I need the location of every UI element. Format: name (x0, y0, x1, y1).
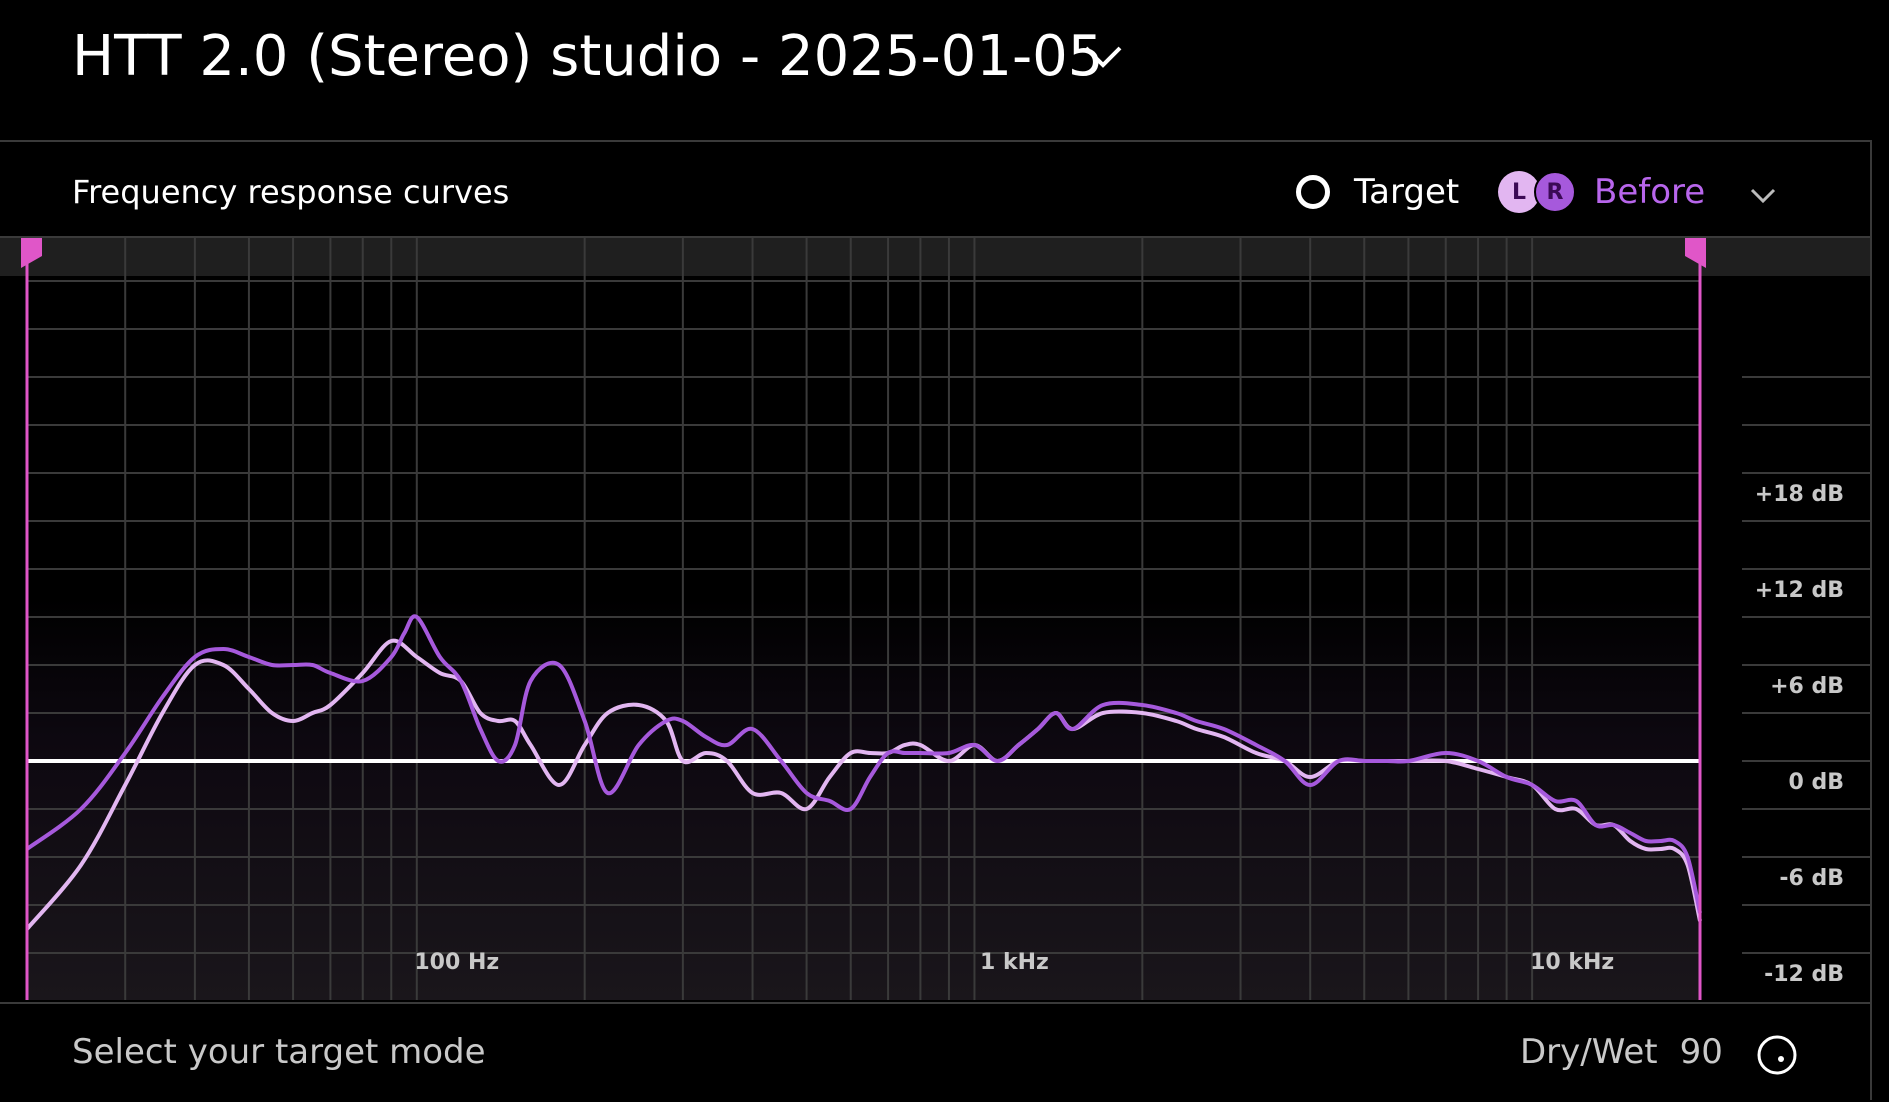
curve-fill-area (27, 598, 1700, 1000)
y-tick-label: +12 dB (1755, 578, 1844, 603)
y-tick-label: +18 dB (1755, 482, 1844, 507)
x-tick-label: 1 kHz (980, 950, 1049, 975)
y-tick-label: 0 dB (1789, 770, 1844, 795)
chevron-down-icon[interactable] (1748, 184, 1778, 208)
drywet-control: Dry/Wet 90 (1520, 1032, 1723, 1072)
frequency-chart-svg: 100 Hz 1 kHz 10 kHz +18 dB +12 dB +6 dB 0 dB -6… (0, 238, 1870, 1000)
drywet-label: Dry/Wet (1520, 1032, 1658, 1072)
panel-header: Frequency response curves Target L R Bef… (0, 144, 1870, 238)
header: HTT 2.0 (Stereo) studio - 2025-01-05 (0, 0, 1889, 140)
range-strip (0, 238, 1870, 276)
knob-icon[interactable] (1756, 1034, 1798, 1076)
y-tick-label: -6 dB (1779, 866, 1844, 891)
frequency-response-panel: Frequency response curves Target L R Bef… (0, 140, 1872, 1100)
y-tick-label: -12 dB (1764, 962, 1844, 987)
radio-circle-icon[interactable] (1296, 175, 1330, 209)
x-tick-label: 10 kHz (1530, 950, 1614, 975)
page-title[interactable]: HTT 2.0 (Stereo) studio - 2025-01-05 (72, 22, 1103, 92)
chevron-down-icon[interactable] (1080, 38, 1126, 74)
before-selector[interactable]: L R Before (1498, 170, 1705, 214)
panel-title: Frequency response curves (72, 173, 510, 211)
frequency-chart: 100 Hz 1 kHz 10 kHz +18 dB +12 dB +6 dB 0 dB -6… (0, 238, 1870, 1000)
drywet-value[interactable]: 90 (1680, 1032, 1723, 1072)
target-mode-hint: Select your target mode (72, 1032, 486, 1072)
target-toggle[interactable]: Target (1296, 170, 1459, 214)
footer: Select your target mode Dry/Wet 90 (0, 1002, 1870, 1102)
y-tick-label: +6 dB (1770, 674, 1844, 699)
x-tick-label: 100 Hz (414, 950, 499, 975)
target-label: Target (1354, 172, 1460, 212)
channel-right-badge[interactable]: R (1534, 171, 1576, 213)
before-label: Before (1594, 172, 1706, 212)
